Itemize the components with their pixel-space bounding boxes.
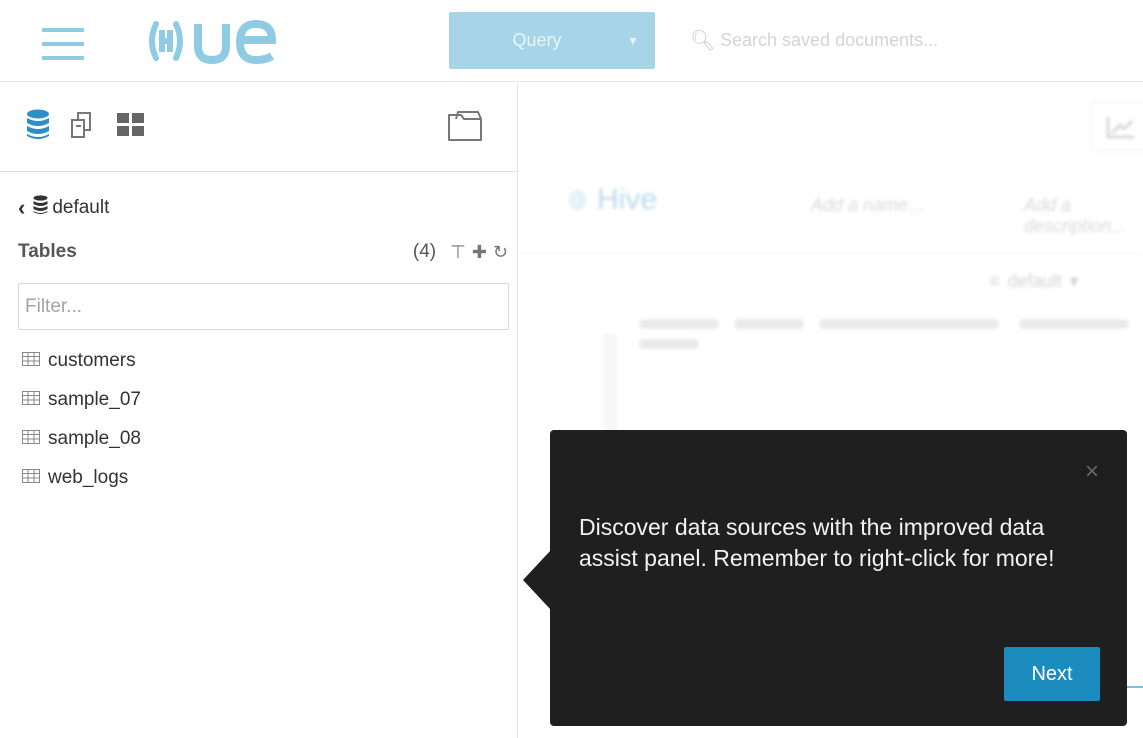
refresh-icon[interactable]: ↻ — [493, 242, 508, 263]
database-selector[interactable]: default — [33, 195, 109, 221]
breadcrumb: ‹ default — [18, 195, 109, 221]
tables-title: Tables — [18, 241, 77, 262]
list-item[interactable]: web_logs — [22, 458, 141, 497]
caret-down-icon[interactable]: ▾ — [611, 32, 655, 49]
code-line — [639, 339, 699, 349]
table-icon — [22, 428, 40, 450]
add-description-field[interactable]: Add a description... — [1024, 195, 1143, 237]
list-item[interactable]: customers — [22, 341, 141, 380]
caret-down-icon: ▾ — [1069, 271, 1079, 291]
popover-message: Discover data sources with the improved … — [579, 514, 1055, 571]
close-icon[interactable]: × — [1085, 460, 1099, 484]
list-item[interactable]: sample_08 — [22, 419, 141, 458]
table-name: web_logs — [48, 466, 129, 488]
hue-logo[interactable] — [148, 16, 308, 66]
query-button-label: Query — [512, 30, 562, 50]
chart-toggle-button[interactable] — [1091, 101, 1143, 151]
table-name: sample_08 — [48, 427, 141, 449]
divider — [0, 171, 518, 172]
table-name: sample_07 — [48, 388, 141, 410]
search-input[interactable] — [720, 30, 1100, 51]
next-button[interactable]: Next — [1004, 647, 1100, 701]
top-navigation-bar: Query ▾ 🔍︎ — [0, 0, 1143, 82]
table-icon — [22, 350, 40, 372]
tables-header: Tables (4) ⊤ ✚ ↻ — [18, 241, 508, 263]
table-filter-input[interactable] — [18, 283, 509, 330]
code-line — [639, 319, 719, 329]
assist-source-tabs — [26, 107, 146, 147]
hamburger-menu-icon[interactable] — [42, 28, 84, 62]
tables-list: customers sample_07 sample_08 web_logs — [22, 341, 141, 497]
code-line — [819, 319, 999, 329]
add-name-field[interactable]: Add a name... — [811, 195, 923, 216]
table-icon — [22, 389, 40, 411]
tables-count: (4) — [412, 241, 437, 262]
list-item[interactable]: sample_07 — [22, 380, 141, 419]
table-icon — [22, 467, 40, 489]
search-icon: 🔍︎ — [690, 30, 716, 52]
add-icon[interactable]: ✚ — [472, 242, 487, 263]
divider — [519, 253, 1143, 254]
database-icon[interactable] — [26, 109, 50, 146]
chevron-left-icon[interactable]: ‹ — [18, 195, 25, 221]
editor-type-label: Hive — [597, 183, 658, 216]
search-bar: 🔍︎ — [690, 12, 1143, 69]
assist-panel: ‹ default Tables (4) ⊤ ✚ ↻ customers — [0, 83, 518, 738]
documents-icon[interactable] — [68, 110, 98, 145]
database-icon: ≡ — [989, 271, 1000, 291]
hive-icon — [569, 190, 587, 210]
database-icon — [33, 195, 48, 221]
database-dropdown-value: default — [1007, 271, 1062, 291]
code-line — [734, 319, 804, 329]
code-line — [1019, 319, 1129, 329]
apps-grid-icon[interactable] — [116, 112, 146, 143]
data-assist-tour-popover: × Discover data sources with the improve… — [523, 430, 1127, 726]
table-name: customers — [48, 349, 136, 371]
folder-icon[interactable] — [446, 109, 486, 148]
database-name: default — [52, 197, 110, 218]
active-tab-indicator — [1127, 686, 1143, 688]
database-dropdown[interactable]: ≡ default ▾ — [989, 271, 1079, 292]
popover-arrow — [523, 550, 551, 610]
filter-icon[interactable]: ⊤ — [450, 242, 466, 263]
query-button[interactable]: Query ▾ — [449, 12, 655, 69]
editor-title: Hive — [569, 183, 657, 217]
